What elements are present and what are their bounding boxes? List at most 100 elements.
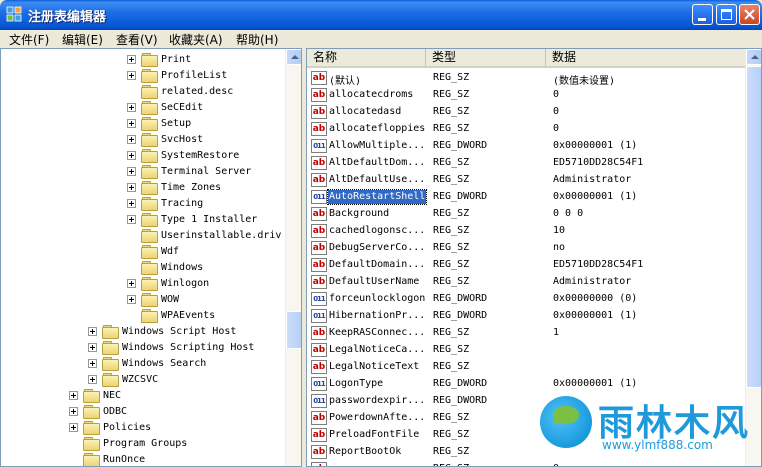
cell-data: ED5710DD28C54F1: [553, 157, 644, 168]
title-bar[interactable]: 注册表编辑器: [0, 0, 762, 30]
menu-help[interactable]: 帮助(H): [236, 31, 278, 48]
tree-item[interactable]: Winlogon: [127, 275, 209, 291]
list-row[interactable]: ab DebugServerCo... REG_SZ no: [307, 240, 745, 257]
minimize-button[interactable]: [692, 4, 713, 25]
folder-icon: [141, 164, 158, 179]
list-row[interactable]: 011 forceunlocklogon REG_DWORD 0x00000000 (…: [307, 291, 745, 308]
list-row[interactable]: ab allocatefloppies REG_SZ 0: [307, 121, 745, 138]
expand-plus-icon[interactable]: [88, 326, 97, 336]
menu-bar: 文件(F) 编辑(E) 查看(V) 收藏夹(A) 帮助(H): [0, 30, 762, 47]
expand-plus-icon[interactable]: [127, 102, 136, 112]
scroll-thumb[interactable]: [746, 66, 761, 388]
dword-value-icon: 011: [311, 309, 327, 323]
folder-icon: [102, 340, 119, 355]
list-row[interactable]: ab KeepRASConnec... REG_SZ 1: [307, 325, 745, 342]
folder-icon: [141, 276, 158, 291]
list-row[interactable]: 011 HibernationPr... REG_DWORD 0x00000001 (…: [307, 308, 745, 325]
cell-type: REG_DWORD: [433, 191, 488, 202]
tree-item[interactable]: Wdf: [127, 243, 179, 259]
expand-plus-icon[interactable]: [127, 118, 136, 128]
tree-item[interactable]: Setup: [127, 115, 191, 131]
cell-name: allocatedasd: [329, 106, 402, 117]
cell-data: 10: [553, 225, 566, 236]
maximize-button[interactable]: [716, 4, 737, 25]
cell-type: REG_DWORD: [433, 293, 488, 304]
tree-scrollbar[interactable]: [285, 49, 301, 466]
expand-plus-icon[interactable]: [88, 342, 97, 352]
expand-plus-icon[interactable]: [127, 70, 136, 80]
tree-item[interactable]: Windows Script Host: [88, 323, 236, 339]
expand-plus-icon[interactable]: [127, 198, 136, 208]
tree-item[interactable]: Windows Scripting Host: [88, 339, 254, 355]
list-row[interactable]: ab AltDefaultUse... REG_SZ Administrator: [307, 172, 745, 189]
list-row[interactable]: ab DefaultUserName REG_SZ Administrator: [307, 274, 745, 291]
expand-plus-icon[interactable]: [88, 358, 97, 368]
expand-plus-icon[interactable]: [127, 150, 136, 160]
folder-icon: [141, 68, 158, 83]
expand-plus-icon[interactable]: [69, 406, 78, 416]
menu-view[interactable]: 查看(V): [116, 31, 158, 48]
list-row[interactable]: ab AltDefaultDom... REG_SZ ED5710DD28C54F1: [307, 155, 745, 172]
tree-item[interactable]: Time Zones: [127, 179, 221, 195]
tree-item[interactable]: NEC: [69, 387, 121, 403]
list-row[interactable]: ab Background REG_SZ 0 0 0: [307, 206, 745, 223]
tree-item[interactable]: Type 1 Installer: [127, 211, 257, 227]
menu-edit[interactable]: 编辑(E): [62, 31, 103, 48]
tree-item-label: Program Groups: [103, 437, 188, 449]
list-row[interactable]: 011 AutoRestartShell REG_DWORD 0x00000001 (…: [307, 189, 745, 206]
column-header-type[interactable]: 类型: [426, 49, 546, 66]
tree-item[interactable]: Print: [127, 51, 191, 67]
cell-name: LegalNoticeText: [329, 361, 420, 372]
list-row[interactable]: ab cachedlogonsc... REG_SZ 10: [307, 223, 745, 240]
scroll-thumb[interactable]: [286, 311, 301, 349]
tree-item[interactable]: Terminal Server: [127, 163, 251, 179]
list-row[interactable]: ab allocatedasd REG_SZ 0: [307, 104, 745, 121]
tree-item[interactable]: SvcHost: [127, 131, 203, 147]
cell-data: (数值未设置): [553, 76, 616, 87]
tree-item[interactable]: Tracing: [127, 195, 203, 211]
expand-plus-icon[interactable]: [127, 214, 136, 224]
tree-item[interactable]: WPAEvents: [127, 307, 215, 323]
list-row[interactable]: ab LegalNoticeText REG_SZ: [307, 359, 745, 376]
tree-item[interactable]: Windows Search: [88, 355, 206, 371]
expand-plus-icon[interactable]: [69, 390, 78, 400]
tree-item[interactable]: Userinstallable.driv: [127, 227, 281, 243]
registry-tree[interactable]: Print ProfileList related.desc SeCEdit Setup…: [0, 48, 302, 467]
scroll-up-button[interactable]: [286, 49, 301, 65]
tree-item[interactable]: SeCEdit: [127, 99, 203, 115]
tree-item[interactable]: ODBC: [69, 403, 127, 419]
list-row[interactable]: ab LegalNoticeCa... REG_SZ: [307, 342, 745, 359]
menu-file[interactable]: 文件(F): [9, 31, 49, 48]
expand-plus-icon[interactable]: [88, 374, 97, 384]
expand-plus-icon[interactable]: [127, 166, 136, 176]
menu-favorites[interactable]: 收藏夹(A): [169, 31, 223, 48]
folder-icon: [102, 372, 119, 387]
cell-type: REG_SZ: [433, 463, 469, 466]
tree-item[interactable]: RunOnce: [69, 451, 145, 466]
list-row[interactable]: 011 AllowMultiple... REG_DWORD 0x00000001 (…: [307, 138, 745, 155]
tree-item[interactable]: related.desc: [127, 83, 233, 99]
tree-item[interactable]: Windows: [127, 259, 203, 275]
column-header-data[interactable]: 数据: [546, 49, 745, 66]
expand-plus-icon[interactable]: [127, 278, 136, 288]
expand-plus-icon[interactable]: [127, 134, 136, 144]
list-row[interactable]: ab allocatecdroms REG_SZ 0: [307, 87, 745, 104]
expand-plus-icon[interactable]: [127, 182, 136, 192]
tree-item-label: Winlogon: [161, 277, 210, 289]
tree-item[interactable]: WOW: [127, 291, 179, 307]
expand-plus-icon[interactable]: [127, 294, 136, 304]
column-header-name[interactable]: 名称: [307, 49, 426, 66]
expand-plus-icon[interactable]: [69, 422, 78, 432]
close-button[interactable]: [739, 4, 760, 25]
tree-item[interactable]: Program Groups: [69, 435, 187, 451]
expand-plus-icon[interactable]: [127, 54, 136, 64]
tree-item[interactable]: SystemRestore: [127, 147, 239, 163]
list-row[interactable]: ab DefaultDomain... REG_SZ ED5710DD28C54F1: [307, 257, 745, 274]
tree-item[interactable]: Policies: [69, 419, 151, 435]
scroll-up-button[interactable]: [746, 49, 761, 65]
dword-value-icon: 011: [311, 190, 327, 204]
window-title: 注册表编辑器: [28, 10, 107, 25]
list-row[interactable]: ab (默认) REG_SZ (数值未设置): [307, 70, 745, 87]
tree-item[interactable]: ProfileList: [127, 67, 227, 83]
tree-item[interactable]: WZCSVC: [88, 371, 158, 387]
